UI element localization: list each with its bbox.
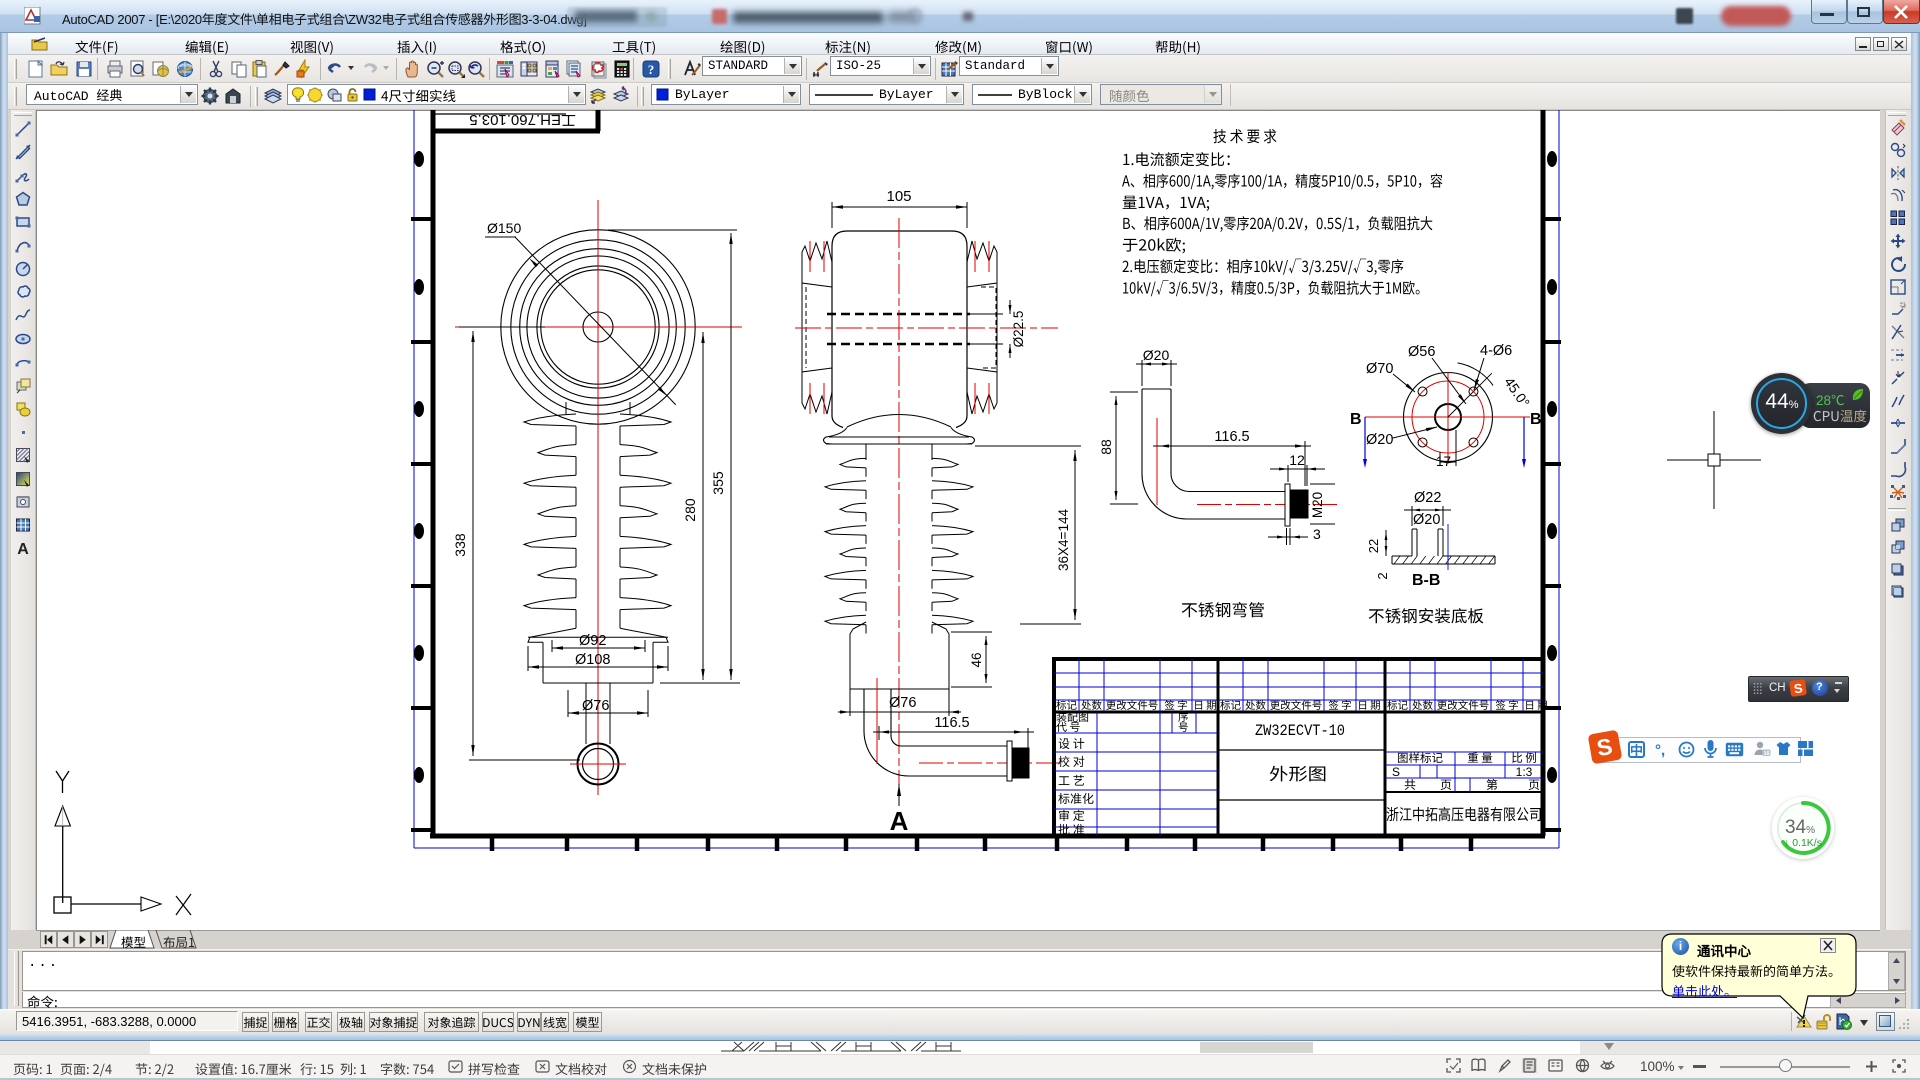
svg-text:处数: 处数 (1412, 698, 1434, 713)
svg-text:外形图: 外形图 (1269, 760, 1327, 785)
svg-text:116.5: 116.5 (1214, 429, 1249, 445)
svg-text:Ø76: Ø76 (582, 698, 609, 714)
svg-text:Ø150: Ø150 (487, 220, 521, 236)
svg-text:比 例: 比 例 (1511, 750, 1537, 766)
svg-text:号: 号 (1178, 720, 1189, 735)
svg-text:签 字: 签 字 (1328, 698, 1351, 713)
svg-text:36X4=144: 36X4=144 (1056, 509, 1071, 571)
svg-text:↓ 0.1K/s: ↓ 0.1K/s (1784, 837, 1822, 849)
svg-text:S: S (1392, 765, 1400, 779)
svg-text:22: 22 (1366, 539, 1381, 553)
svg-text:B: B (1350, 411, 1362, 428)
svg-text:更改文件号: 更改文件号 (1270, 698, 1323, 713)
svg-text:Ø108: Ø108 (575, 652, 610, 668)
svg-text:更改文件号: 更改文件号 (1437, 698, 1490, 713)
svg-text:重 量: 重 量 (1467, 750, 1493, 766)
svg-text:标准化: 标准化 (1058, 790, 1094, 807)
svg-text:338: 338 (452, 533, 468, 557)
svg-text:Ø92: Ø92 (579, 633, 606, 649)
svg-text:Ø22: Ø22 (1414, 490, 1441, 506)
svg-text:工 艺: 工 艺 (1058, 772, 1085, 789)
svg-text:不锈钢弯管: 不锈钢弯管 (1181, 597, 1265, 621)
svg-text:355: 355 (710, 471, 726, 495)
svg-text:B: B (1530, 411, 1542, 428)
svg-text:共: 共 (1404, 776, 1416, 793)
svg-text:浙江中拓高压电器有限公司: 浙江中拓高压电器有限公司 (1386, 803, 1542, 825)
svg-text:页: 页 (1440, 776, 1452, 793)
svg-text:技 术 要 求: 技 术 要 求 (1213, 125, 1277, 147)
svg-text:日 期: 日 期 (1524, 698, 1547, 713)
svg-text:Ø70: Ø70 (1366, 361, 1393, 377)
svg-text:46: 46 (969, 652, 984, 667)
svg-text:标记: 标记 (1387, 698, 1409, 713)
svg-text:45.0°: 45.0° (1501, 374, 1533, 410)
svg-text:批 准: 批 准 (1058, 821, 1085, 838)
svg-text:B-B: B-B (1412, 572, 1440, 589)
svg-text:标记: 标记 (1220, 698, 1242, 713)
svg-text:代 号: 代 号 (1056, 719, 1080, 735)
svg-text:M20: M20 (1310, 492, 1325, 518)
svg-text:日 期: 日 期 (1357, 698, 1380, 713)
svg-text:Ø22.5: Ø22.5 (1011, 311, 1026, 348)
svg-text:3: 3 (1313, 526, 1321, 542)
svg-text:更改文件号: 更改文件号 (1106, 698, 1159, 713)
svg-text:116.5: 116.5 (934, 715, 969, 731)
svg-text:量1VA，1VA;: 量1VA，1VA; (1122, 191, 1210, 213)
svg-text:2: 2 (1375, 572, 1390, 579)
svg-text:Ø56: Ø56 (1408, 344, 1435, 360)
svg-text:?: ? (648, 62, 655, 77)
svg-text:105: 105 (886, 188, 911, 205)
svg-text:Ø20: Ø20 (1366, 432, 1393, 448)
svg-text:A: A (17, 541, 29, 557)
svg-text:图样标记: 图样标记 (1397, 750, 1443, 766)
svg-text:1.电流额定变比：: 1.电流额定变比： (1122, 148, 1240, 170)
svg-text:校 对: 校 对 (1058, 753, 1085, 770)
svg-text:工EH.760.103.5: 工EH.760.103.5 (469, 111, 576, 128)
svg-text:88: 88 (1098, 439, 1114, 455)
svg-text:不锈钢安装底板: 不锈钢安装底板 (1368, 603, 1484, 627)
svg-text:日 期: 日 期 (1193, 698, 1216, 713)
svg-text:页: 页 (1528, 776, 1540, 793)
svg-text:处数: 处数 (1245, 698, 1267, 713)
svg-text:2.电压额定变比：相序10kV/√3/3.25V/√3,零序: 2.电压额定变比：相序10kV/√3/3.25V/√3,零序 (1122, 255, 1404, 277)
svg-text:签 字: 签 字 (1495, 698, 1518, 713)
svg-text:设 计: 设 计 (1058, 735, 1085, 752)
svg-text:16: 16 (1763, 751, 1769, 757)
svg-text:Ø20: Ø20 (1413, 512, 1440, 528)
svg-text:ZW32ECVT-10: ZW32ECVT-10 (1255, 722, 1345, 740)
svg-text:于20k欧;: 于20k欧; (1122, 234, 1186, 256)
svg-text:4-Ø6: 4-Ø6 (1480, 343, 1512, 359)
svg-text:280: 280 (682, 498, 698, 522)
svg-text:A、相序600/1A,零序100/1A，精度5P10/0.5: A、相序600/1A,零序100/1A，精度5P10/0.5，5P10，容 (1122, 169, 1443, 191)
svg-text:17: 17 (1436, 454, 1451, 469)
svg-text:Ø20: Ø20 (1143, 347, 1170, 363)
svg-text:12: 12 (1289, 452, 1305, 468)
svg-text:10kV/√3/6.5V/3，精度0.5/3P，负载阻抗大于: 10kV/√3/6.5V/3，精度0.5/3P，负载阻抗大于1M欧。 (1122, 276, 1428, 298)
svg-text:Ø76: Ø76 (889, 695, 916, 711)
svg-text:B、相序600A/1V,零序20A/0.2V，0.5S/1，: B、相序600A/1V,零序20A/0.2V，0.5S/1，负载阻抗大 (1122, 212, 1433, 234)
svg-text:第: 第 (1486, 776, 1498, 793)
svg-text:A: A (890, 806, 909, 836)
